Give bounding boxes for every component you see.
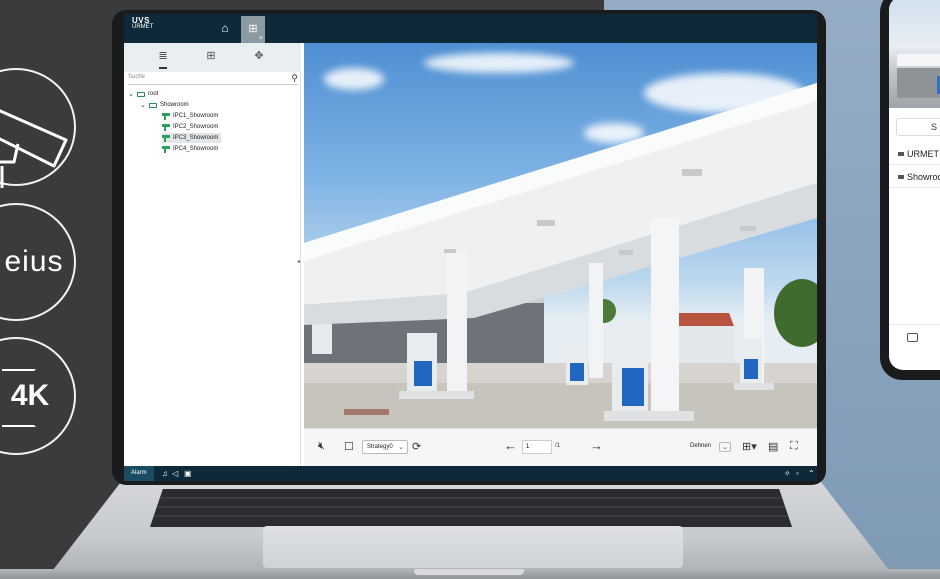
speaker-icon[interactable]: ◁: [172, 468, 178, 479]
app-logo: UVS URMET: [132, 16, 154, 31]
search-icon[interactable]: ⚲: [291, 73, 298, 84]
tree-root[interactable]: ⌄ root: [128, 89, 158, 99]
video-toolbar: 🔇︎ ☐ Strategy0 ⌄ ⟳ ← 1 /1 → Dehnen ⌄ ⊞▾ ▤ …: [304, 428, 817, 466]
monitor-icon[interactable]: ▣: [184, 468, 192, 479]
fullscreen-icon[interactable]: ⛶: [790, 440, 798, 453]
strategy-select[interactable]: Strategy0 ⌄: [362, 440, 408, 454]
camera-icon: [162, 134, 170, 142]
app-topbar: UVS URMET ⌂ ⊞ +: [124, 14, 817, 43]
camera-label: IPC1_Showroom: [173, 113, 219, 119]
chevron-down-icon: ⌄: [398, 444, 404, 451]
phone-tab[interactable]: S: [896, 118, 940, 136]
camera-label: IPC2_Showroom: [173, 124, 219, 130]
tree-camera-4[interactable]: IPC4_Showroom: [162, 144, 218, 154]
mute-icon[interactable]: 🔇︎: [318, 440, 325, 453]
chevron-down-icon: ⌄: [719, 442, 731, 452]
tree-root-label: root: [148, 91, 159, 97]
phone-device: S URMET N Showroo: [880, 0, 940, 380]
phone-list-item[interactable]: URMET N: [898, 149, 940, 159]
phone-list-item[interactable]: Showroo: [898, 172, 940, 182]
tree-camera-1[interactable]: IPC1_Showroom: [162, 111, 218, 121]
panel-tabs: ≣ ⊞ ✥: [124, 43, 301, 72]
folder-icon: [149, 102, 157, 108]
next-arrow-icon[interactable]: →: [590, 438, 603, 453]
pin-icon[interactable]: ✧: [784, 468, 791, 479]
device-tree-icon[interactable]: ≣: [154, 49, 172, 63]
bell-icon[interactable]: ♫: [162, 468, 168, 479]
stretch-select[interactable]: Dehnen ⌄: [686, 440, 734, 454]
home-icon[interactable]: ⌂: [218, 21, 232, 35]
restore-icon[interactable]: ▫: [796, 468, 799, 479]
phone-screen: S URMET N Showroo: [889, 0, 940, 370]
laptop-keyboard: [150, 489, 792, 527]
device-panel: ≣ ⊞ ✥ Suche ⚲ ⌄ root ⌄ Showroom IPC1_Showro…: [124, 43, 301, 466]
live-video-view[interactable]: [304, 43, 817, 428]
grid-icon[interactable]: ⊞: [202, 49, 220, 63]
page-total: /1: [555, 443, 561, 449]
phone-list-item-label: Showroo: [907, 172, 940, 182]
trackpad: [263, 526, 683, 568]
phone-list-item-label: URMET N: [907, 149, 940, 159]
search-input[interactable]: Suche ⚲: [128, 73, 298, 85]
alarm-tab[interactable]: Alarm: [124, 466, 154, 481]
gas-station-scene: [304, 83, 817, 428]
snapshot-icon[interactable]: [907, 333, 918, 342]
device-icon: [898, 152, 904, 156]
tree-group[interactable]: ⌄ Showroom: [140, 100, 189, 110]
folder-icon: [137, 91, 145, 97]
layout-tab[interactable]: ⊞ +: [241, 16, 265, 43]
page-input[interactable]: 1: [522, 440, 552, 454]
camera-icon: [162, 112, 170, 120]
chevron-down-icon[interactable]: ⌄: [128, 90, 134, 98]
chevron-up-icon[interactable]: ⌃: [808, 468, 815, 479]
camera-icon: [162, 123, 170, 131]
tree-group-label: Showroom: [160, 102, 189, 108]
prev-arrow-icon[interactable]: ←: [504, 438, 517, 453]
laptop-notch: [414, 569, 524, 575]
strategy-select-value: Strategy0: [367, 444, 393, 450]
brand-badge-text: eius: [4, 245, 64, 278]
laptop-screen: UVS URMET ⌂ ⊞ + ≣ ⊞ ✥ Suche ⚲ ⌄ root ⌄ Showro…: [124, 14, 817, 481]
tree-camera-3[interactable]: IPC3_Showroom: [162, 133, 222, 143]
camera-label: IPC4_Showroom: [173, 146, 219, 152]
ptz-icon[interactable]: ✥: [250, 49, 268, 63]
device-icon: [898, 175, 904, 179]
split-grid-icon[interactable]: ⊞▾: [742, 440, 757, 453]
cctv-camera-badge: [0, 68, 76, 188]
refresh-icon[interactable]: ⟳: [412, 440, 421, 453]
status-bar: Alarm ♫ ◁ ▣ ✧ ▫ ⌃: [124, 466, 817, 481]
cctv-camera-icon: [0, 109, 68, 188]
stop-icon[interactable]: ☐: [344, 440, 354, 453]
tree-camera-2[interactable]: IPC2_Showroom: [162, 122, 218, 132]
chevron-down-icon[interactable]: ⌄: [140, 101, 146, 109]
phone-video-thumbnail: [889, 0, 940, 108]
collapse-panel-icon[interactable]: ◂: [297, 258, 301, 266]
layout-icon: ⊞: [248, 23, 258, 35]
camera-icon: [162, 145, 170, 153]
stretch-select-value: Dehnen: [690, 443, 712, 449]
window-icon[interactable]: ▤: [768, 440, 778, 453]
camera-label: IPC3_Showroom: [173, 135, 219, 141]
